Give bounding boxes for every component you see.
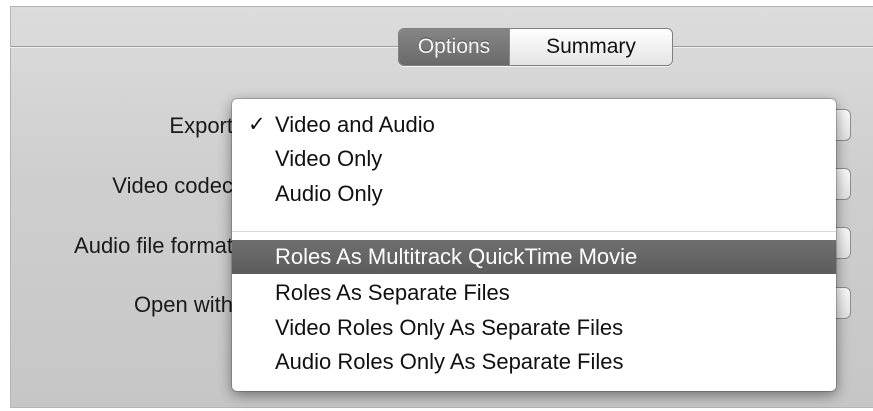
tab-switcher: Options Summary xyxy=(398,28,673,66)
menu-item-roles-multitrack-quicktime[interactable]: Roles As Multitrack QuickTime Movie xyxy=(232,240,836,274)
export-label: Export xyxy=(169,113,233,138)
menu-item-roles-separate-files[interactable]: Roles As Separate Files xyxy=(232,276,836,310)
menu-item-audio-roles-separate-files[interactable]: Audio Roles Only As Separate Files xyxy=(232,345,836,379)
menu-item-label: Audio Roles Only As Separate Files xyxy=(275,349,624,374)
menu-item-label: Video Only xyxy=(275,146,383,171)
menu-item-video-roles-separate-files[interactable]: Video Roles Only As Separate Files xyxy=(232,311,836,345)
menu-item-video-only[interactable]: Video Only xyxy=(232,142,836,176)
menu-separator xyxy=(232,231,836,232)
menu-item-video-and-audio[interactable]: ✓ Video and Audio xyxy=(232,108,836,142)
menu-item-label: Audio Only xyxy=(275,181,383,206)
menu-item-label: Roles As Separate Files xyxy=(275,280,510,305)
tab-options[interactable]: Options xyxy=(399,29,509,65)
checkmark-icon: ✓ xyxy=(248,113,266,136)
video-codec-label: Video codec xyxy=(112,173,233,198)
audio-file-format-label: Audio file format xyxy=(74,233,233,258)
menu-item-label: Video and Audio xyxy=(275,112,435,137)
open-with-label: Open with xyxy=(133,292,233,317)
menu-item-audio-only[interactable]: Audio Only xyxy=(232,177,836,211)
menu-item-label: Video Roles Only As Separate Files xyxy=(275,315,624,340)
tab-summary[interactable]: Summary xyxy=(509,29,672,65)
menu-item-label: Roles As Multitrack QuickTime Movie xyxy=(275,244,638,269)
export-dropdown-menu: ✓ Video and Audio Video Only Audio Only … xyxy=(232,99,836,391)
